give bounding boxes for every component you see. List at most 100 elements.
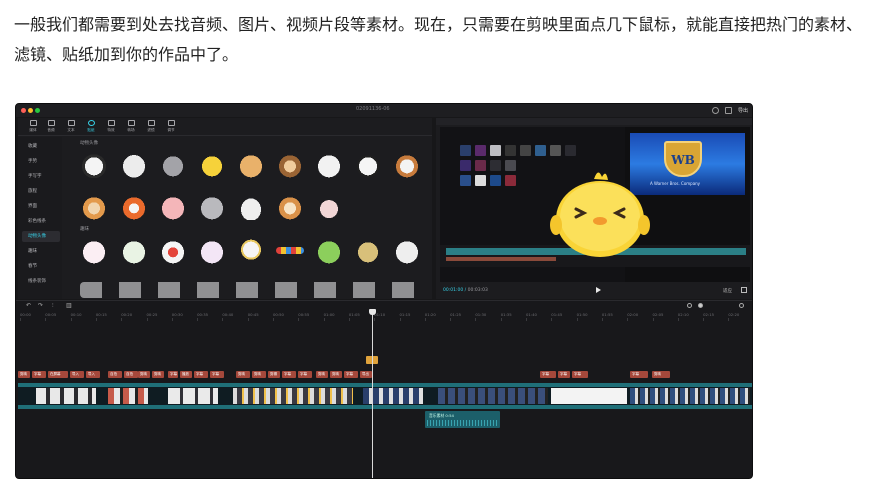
text-clip[interactable]: 剪映: [18, 371, 30, 378]
sticker-shiba[interactable]: [80, 194, 108, 220]
sticker-monkey[interactable]: [276, 152, 304, 178]
sticker-fun-1[interactable]: [80, 238, 108, 264]
split-icon[interactable]: ⫶: [52, 303, 54, 309]
nested-thumb: [550, 145, 561, 156]
category-item[interactable]: 彩色线条: [22, 216, 60, 227]
category-item[interactable]: 界面: [22, 201, 60, 212]
tool-text[interactable]: 文本: [62, 120, 80, 133]
tool-transition[interactable]: 转场: [122, 120, 140, 133]
sticker-tiger[interactable]: [237, 152, 265, 178]
category-item-animal-heads[interactable]: 动物头像: [22, 231, 60, 242]
ruler-tick-label: 00:50: [273, 312, 284, 317]
sticker-fun-9[interactable]: [393, 238, 421, 264]
sticker-fishbowl[interactable]: [159, 238, 187, 264]
text-clip[interactable]: 导入: [70, 371, 84, 378]
chick-sticker[interactable]: [550, 165, 650, 260]
main-video-track[interactable]: [18, 383, 752, 409]
share-icon[interactable]: [724, 107, 732, 114]
text-clip[interactable]: 剪映: [252, 371, 266, 378]
sticker-fun-5[interactable]: [237, 238, 265, 264]
category-item[interactable]: 春节: [22, 261, 60, 272]
playhead[interactable]: [372, 311, 373, 478]
linkage-icon[interactable]: [698, 303, 703, 308]
sticker-seal[interactable]: [120, 152, 148, 178]
text-clip[interactable]: 字幕: [168, 371, 178, 378]
category-item[interactable]: 手写字: [22, 171, 60, 182]
text-clip[interactable]: 字幕: [32, 371, 46, 378]
tool-filter[interactable]: 滤镜: [142, 120, 160, 133]
sticker-panda[interactable]: [354, 152, 382, 178]
text-clip[interactable]: 剪映: [152, 371, 164, 378]
snap-icon[interactable]: [687, 303, 692, 308]
tool-effects[interactable]: 特效: [102, 120, 120, 133]
ruler-tick-label: 00:10: [70, 312, 82, 317]
tool-sticker[interactable]: 贴纸: [82, 120, 100, 133]
category-item[interactable]: 手势: [22, 156, 60, 167]
sticker-fun-2[interactable]: [120, 238, 148, 264]
export-button[interactable]: 导出: [738, 107, 748, 114]
sticker-cat[interactable]: [198, 194, 226, 220]
tool-adjust[interactable]: 调节: [162, 120, 180, 133]
sticker-fox[interactable]: [120, 194, 148, 220]
text-clip[interactable]: 字幕: [194, 371, 208, 378]
sticker-koala[interactable]: [159, 152, 187, 178]
ratio-selector[interactable]: 适应: [723, 288, 732, 294]
text-clip[interactable]: 字幕: [540, 371, 556, 378]
category-item[interactable]: 旅程: [22, 186, 60, 197]
time-ruler[interactable]: 00:00 00:05 00:10 00:15 00:20 00:25 00:30 00:35…: [16, 312, 752, 321]
category-item[interactable]: 收藏: [22, 141, 60, 152]
play-icon[interactable]: [596, 287, 601, 293]
category-item[interactable]: 线条装饰: [22, 276, 60, 287]
text-clip[interactable]: 字幕: [630, 371, 648, 378]
zoom-window-icon[interactable]: [35, 108, 40, 113]
ruler-tick-mark: [627, 318, 629, 321]
text-clip[interactable]: 剪映: [652, 371, 670, 378]
sticker-shiba-2[interactable]: [276, 194, 304, 220]
sticker-grid: 动物头像 趣味: [66, 137, 432, 299]
text-clip[interactable]: 播放: [180, 371, 192, 378]
tool-audio[interactable]: 音频: [42, 120, 60, 133]
text-clip[interactable]: 字幕: [558, 371, 570, 378]
preview-video[interactable]: WB A Warner Bros. Company: [440, 127, 750, 282]
redo-icon[interactable]: ↷: [38, 303, 43, 309]
text-clip[interactable]: 剪映: [330, 371, 342, 378]
wb-logo-text: WB: [671, 153, 695, 167]
text-clip[interactable]: 字幕: [572, 371, 588, 378]
zoom-icon[interactable]: [739, 303, 744, 308]
sticker-pig[interactable]: [159, 194, 187, 220]
text-clip[interactable]: 字幕: [282, 371, 296, 378]
category-item[interactable]: 趣味: [22, 246, 60, 257]
settings-icon[interactable]: [711, 107, 719, 114]
text-clip[interactable]: 自拍: [124, 371, 138, 378]
text-clip[interactable]: 剪映: [138, 371, 150, 378]
fullscreen-icon[interactable]: [741, 287, 747, 293]
sticker-mouse[interactable]: [315, 194, 343, 220]
text-clip[interactable]: 字幕: [298, 371, 312, 378]
sticker-frame[interactable]: [354, 238, 382, 264]
tool-media[interactable]: 媒体: [24, 120, 42, 133]
text-clip[interactable]: 导入: [86, 371, 100, 378]
text-clip[interactable]: 剪映: [316, 371, 328, 378]
sticker-green-ball[interactable]: [315, 238, 343, 264]
sticker-dog[interactable]: [393, 152, 421, 178]
text-clip[interactable]: 字幕: [344, 371, 358, 378]
sticker-friends-logo[interactable]: [276, 247, 304, 254]
close-window-icon[interactable]: [21, 108, 26, 113]
text-clip[interactable]: 导出: [360, 371, 372, 378]
delete-icon[interactable]: ▥: [66, 303, 72, 309]
text-clip[interactable]: 在屏幕: [48, 371, 68, 378]
text-clip[interactable]: 剪映: [236, 371, 250, 378]
audio-clip[interactable]: 音乐素材 0:54: [425, 411, 500, 428]
sticker-cow[interactable]: [315, 152, 343, 178]
sticker-partial-row[interactable]: [80, 282, 420, 298]
sticker-fun-4[interactable]: [198, 238, 226, 264]
minimize-window-icon[interactable]: [28, 108, 33, 113]
sticker-chick[interactable]: [198, 152, 226, 178]
text-clip[interactable]: 自拍: [108, 371, 122, 378]
sticker-rabbit[interactable]: [237, 194, 265, 220]
text-clip[interactable]: 字幕: [210, 371, 224, 378]
text-clip[interactable]: 剪辑: [268, 371, 280, 378]
sticker-penguin[interactable]: [80, 152, 108, 178]
playhead-handle[interactable]: [369, 309, 376, 315]
undo-icon[interactable]: ↶: [26, 303, 31, 309]
